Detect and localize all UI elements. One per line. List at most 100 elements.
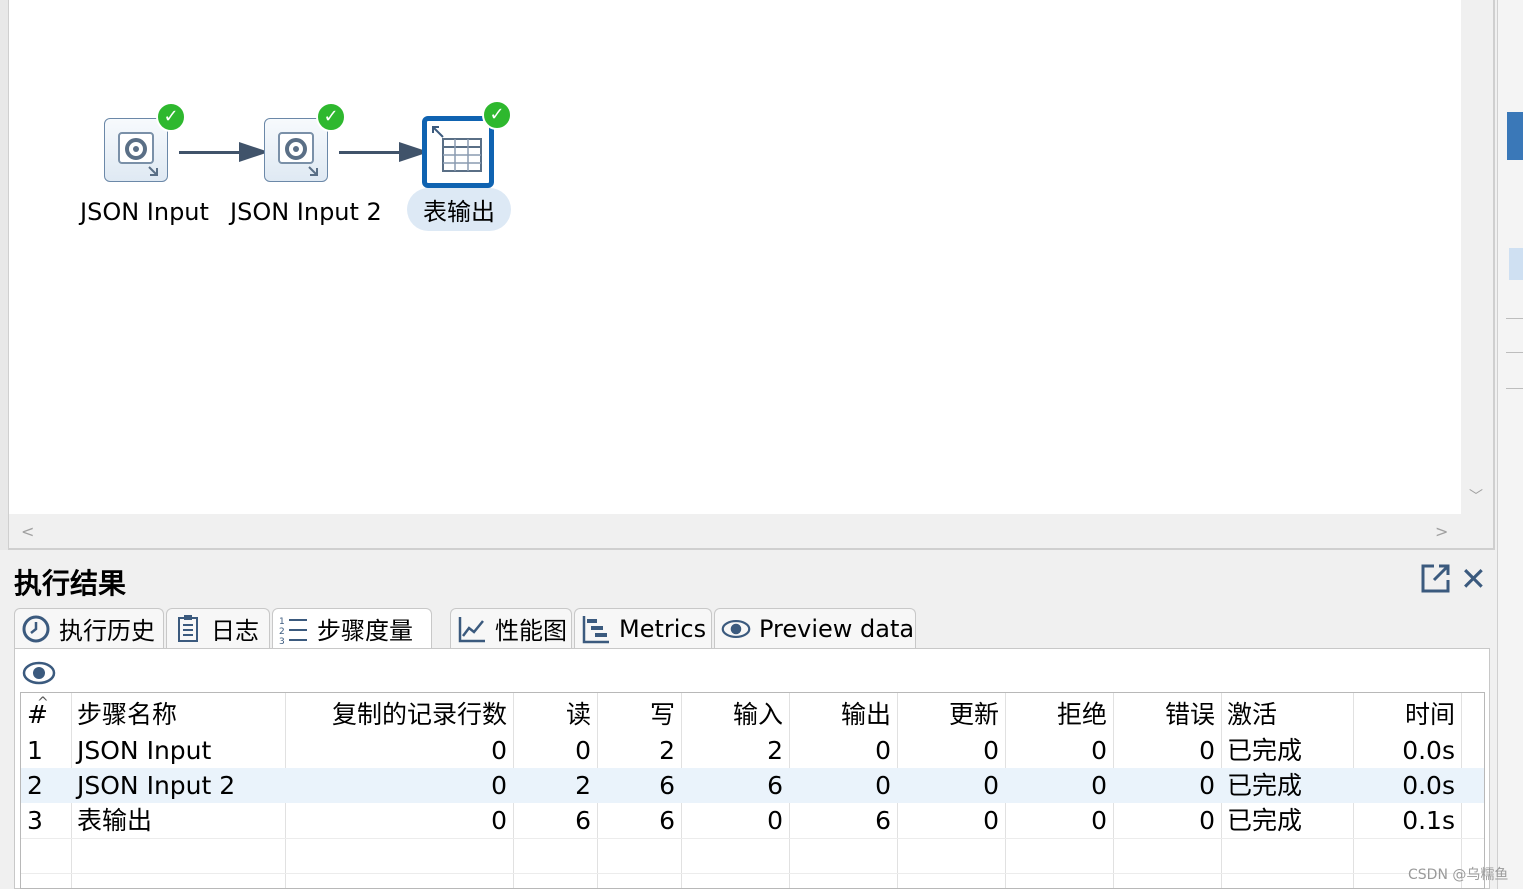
popout-icon[interactable] bbox=[1420, 562, 1450, 593]
written-cell: 2 bbox=[659, 736, 675, 765]
table-row[interactable]: 3 表输出 0 6 6 0 6 0 0 0 已完成 0.1s bbox=[21, 803, 1484, 838]
side-divider bbox=[1506, 318, 1523, 319]
copies-cell: 0 bbox=[491, 736, 507, 765]
chevron-left-icon[interactable]: < bbox=[21, 522, 34, 541]
time-cell: 0.0s bbox=[1402, 736, 1455, 765]
tab-label: 步骤度量 bbox=[317, 617, 413, 645]
left-border bbox=[0, 0, 9, 550]
time-cell: 0.0s bbox=[1402, 771, 1455, 800]
rejected-cell: 0 bbox=[1091, 736, 1107, 765]
tab-preview-data[interactable]: Preview data bbox=[714, 608, 916, 648]
performance-chart-icon bbox=[457, 614, 487, 644]
step-label: JSON Input bbox=[80, 198, 209, 226]
tab-performance-chart[interactable]: 性能图 bbox=[450, 608, 572, 648]
tab-log[interactable]: 日志 bbox=[166, 608, 270, 648]
rejected-cell: 0 bbox=[1091, 806, 1107, 835]
column-header[interactable]: 输出 bbox=[789, 697, 897, 732]
output-cell: 0 bbox=[875, 771, 891, 800]
step-label: 表输出 bbox=[407, 188, 511, 231]
success-check-icon: ✓ bbox=[482, 100, 512, 130]
log-document-icon bbox=[173, 614, 203, 644]
hop-arrow[interactable] bbox=[339, 142, 429, 162]
tab-label: Preview data bbox=[759, 614, 915, 643]
tab-label: Metrics bbox=[619, 614, 707, 643]
row-number: 2 bbox=[27, 771, 43, 800]
success-check-icon: ✓ bbox=[316, 102, 346, 132]
tab-label: 执行历史 bbox=[59, 617, 155, 645]
panel-title: 执行结果 bbox=[14, 567, 127, 600]
step-metrics-list-icon: 123 bbox=[279, 614, 309, 644]
row-number: 1 bbox=[27, 736, 43, 765]
table-row[interactable]: 1 JSON Input 0 0 2 2 0 0 0 0 已完成 0.0s bbox=[21, 733, 1484, 768]
side-tab-button[interactable] bbox=[1507, 112, 1523, 160]
input-cell: 2 bbox=[767, 736, 783, 765]
column-header[interactable]: 激活 bbox=[1221, 697, 1353, 732]
column-header[interactable]: 更新 bbox=[897, 697, 1005, 732]
input-cell: 0 bbox=[767, 806, 783, 835]
tab-label: 日志 bbox=[211, 617, 259, 645]
vertical-divider[interactable] bbox=[1493, 0, 1495, 550]
step-name-cell: JSON Input bbox=[77, 736, 212, 765]
column-header[interactable]: 步骤名称 bbox=[71, 697, 285, 732]
tab-execution-history[interactable]: 执行历史 bbox=[14, 608, 164, 648]
copies-cell: 0 bbox=[491, 806, 507, 835]
step-name-cell: JSON Input 2 bbox=[77, 771, 236, 800]
row-number: 3 bbox=[27, 806, 43, 835]
read-cell: 6 bbox=[575, 806, 591, 835]
updated-cell: 0 bbox=[983, 771, 999, 800]
canvas-horizontal-scrollbar[interactable]: < > bbox=[9, 514, 1461, 548]
table-row[interactable]: 2 JSON Input 2 0 2 6 6 0 0 0 0 已完成 0.0s bbox=[21, 768, 1484, 803]
read-cell: 2 bbox=[575, 771, 591, 800]
eye-icon[interactable] bbox=[22, 660, 56, 686]
svg-text:2: 2 bbox=[279, 627, 285, 637]
step-metrics-table[interactable]: ^ # 步骤名称 复制的记录行数 读 写 输入 输出 更新 拒绝 错误 激活 时… bbox=[20, 692, 1485, 889]
column-header[interactable]: 输入 bbox=[681, 697, 789, 732]
side-divider bbox=[1506, 352, 1523, 353]
column-header[interactable]: 写 bbox=[597, 697, 681, 732]
tab-step-metrics[interactable]: 123 步骤度量 bbox=[272, 608, 432, 648]
active-status-cell: 已完成 bbox=[1227, 806, 1303, 835]
chevron-right-icon[interactable]: > bbox=[1435, 522, 1448, 541]
tab-metrics[interactable]: Metrics bbox=[574, 608, 712, 648]
copies-cell: 0 bbox=[491, 771, 507, 800]
chevron-down-icon[interactable]: ﹀ bbox=[1469, 486, 1483, 506]
right-side-panel bbox=[1497, 0, 1523, 889]
side-panel-selection[interactable] bbox=[1509, 248, 1523, 280]
column-header[interactable]: 拒绝 bbox=[1005, 697, 1113, 732]
errors-cell: 0 bbox=[1199, 806, 1215, 835]
step-name-cell: 表输出 bbox=[77, 806, 153, 835]
column-header[interactable]: 读 bbox=[513, 697, 597, 732]
tab-label: 性能图 bbox=[495, 617, 567, 645]
metrics-gantt-icon bbox=[581, 614, 611, 644]
written-cell: 6 bbox=[659, 806, 675, 835]
written-cell: 6 bbox=[659, 771, 675, 800]
output-cell: 0 bbox=[875, 736, 891, 765]
updated-cell: 0 bbox=[983, 736, 999, 765]
eye-icon bbox=[721, 614, 751, 644]
errors-cell: 0 bbox=[1199, 736, 1215, 765]
svg-text:1: 1 bbox=[279, 617, 285, 627]
json-input-step-icon[interactable] bbox=[104, 118, 168, 182]
canvas-vertical-scrollbar[interactable]: ﹀ bbox=[1461, 0, 1493, 514]
table-header-row: ^ # 步骤名称 复制的记录行数 读 写 输入 输出 更新 拒绝 错误 激活 时… bbox=[21, 695, 1484, 732]
panel-divider[interactable] bbox=[9, 548, 1495, 550]
read-cell: 0 bbox=[575, 736, 591, 765]
json-input-step-icon[interactable] bbox=[264, 118, 328, 182]
input-cell: 6 bbox=[767, 771, 783, 800]
column-header[interactable]: # bbox=[21, 697, 71, 732]
column-header[interactable]: 时间 bbox=[1353, 697, 1461, 732]
rejected-cell: 0 bbox=[1091, 771, 1107, 800]
history-clock-icon bbox=[21, 614, 51, 644]
column-header[interactable]: 错误 bbox=[1113, 697, 1221, 732]
column-header[interactable]: 复制的记录行数 bbox=[285, 697, 513, 732]
output-cell: 6 bbox=[875, 806, 891, 835]
hop-arrow[interactable] bbox=[179, 142, 269, 162]
table-output-step-icon[interactable] bbox=[422, 116, 494, 188]
time-cell: 0.1s bbox=[1402, 806, 1455, 835]
side-divider bbox=[1506, 388, 1523, 389]
close-icon[interactable]: ✕ bbox=[1460, 560, 1487, 598]
errors-cell: 0 bbox=[1199, 771, 1215, 800]
transformation-canvas[interactable]: ✓ JSON Input ✓ JSON Input 2 ✓ 表输出 bbox=[9, 0, 1461, 514]
active-status-cell: 已完成 bbox=[1227, 736, 1303, 765]
active-status-cell: 已完成 bbox=[1227, 771, 1303, 800]
